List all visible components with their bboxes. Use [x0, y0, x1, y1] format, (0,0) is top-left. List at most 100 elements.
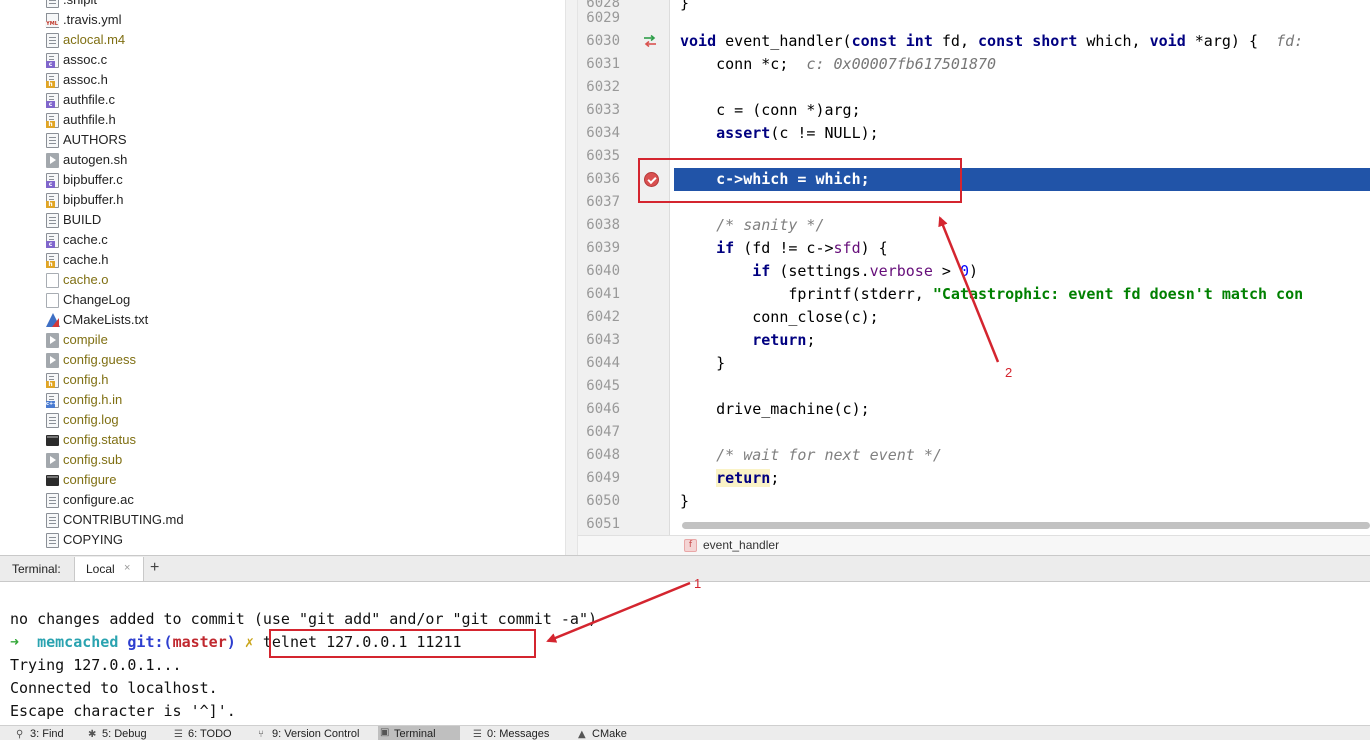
file-name: cache.c [63, 232, 108, 247]
tree-item[interactable]: YML .travis.yml [0, 10, 565, 30]
code-text: if (fd != c->sfd) { [716, 239, 888, 257]
tool-window-bar: ⚲ 3: Find ✱ 5: Debug ☰ 6: TODO ⑂ 9: Version … [0, 725, 1370, 740]
executable-file-icon [46, 435, 59, 446]
horizontal-scrollbar[interactable] [682, 522, 1370, 529]
text-file-icon [46, 213, 59, 228]
code-line[interactable]: 6031 conn *c; c: 0x00007fb617501870 [578, 53, 1370, 76]
tab-label: Local [86, 562, 115, 576]
terminal-line: Trying 127.0.0.1... [10, 656, 182, 674]
tree-item[interactable]: config.log [0, 410, 565, 430]
tool-version-control-button[interactable]: ⑂ 9: Version Control [256, 728, 359, 740]
tool-terminal-button[interactable]: ▣ Terminal [378, 726, 460, 740]
new-terminal-button[interactable]: + [150, 559, 159, 577]
line-number: 6050 [586, 493, 620, 509]
code-text: assert(c != NULL); [716, 124, 879, 142]
tree-item[interactable]: c assoc.c [0, 50, 565, 70]
h-file-icon: h [46, 193, 59, 208]
code-line[interactable]: 6049 return; [578, 467, 1370, 490]
line-number: 6033 [586, 102, 620, 118]
prompt-git: git:( [127, 633, 173, 651]
tree-item[interactable]: BUILD [0, 210, 565, 230]
tree-item[interactable]: COPYING [0, 530, 565, 550]
tool-debug-button[interactable]: ✱ 5: Debug [86, 728, 147, 740]
code-line[interactable]: 6041 fprintf(stderr, "Catastrophic: even… [578, 283, 1370, 306]
tree-item[interactable]: ChangeLog [0, 290, 565, 310]
tree-item[interactable]: c bipbuffer.c [0, 170, 565, 190]
code-line[interactable]: 6040 if (settings.verbose > 0) [578, 260, 1370, 283]
line-number: 6041 [586, 286, 620, 302]
tree-item[interactable]: c++ config.h.in [0, 390, 565, 410]
tree-item[interactable]: config.status [0, 430, 565, 450]
project-tree: .shipit YML.travis.yml aclocal.m4 cassoc… [0, 0, 565, 555]
code-line[interactable]: 6044 } [578, 352, 1370, 375]
executable-file-icon [46, 475, 59, 486]
tab-local[interactable]: Local × [74, 557, 144, 581]
code-line[interactable]: 6032 [578, 76, 1370, 99]
terminal-line: no changes added to commit (use "git add… [10, 610, 597, 628]
code-line[interactable]: 6033 c = (conn *)arg; [578, 99, 1370, 122]
prompt-directory: memcached [37, 633, 119, 651]
debug-icon: ✱ [88, 729, 97, 740]
code-line[interactable]: 6029 [578, 7, 1370, 30]
code-text: conn_close(c); [680, 308, 879, 326]
code-line[interactable]: 6043 return; [578, 329, 1370, 352]
tree-item[interactable]: configure [0, 470, 565, 490]
text-file-icon [46, 33, 59, 48]
tree-item[interactable]: h cache.h [0, 250, 565, 270]
code-text: drive_machine(c); [680, 400, 870, 418]
h-file-icon: h [46, 253, 59, 268]
shell-script-icon [46, 453, 59, 468]
code-line[interactable]: 6045 [578, 375, 1370, 398]
tree-item[interactable]: compile [0, 330, 565, 350]
tree-item[interactable]: aclocal.m4 [0, 30, 565, 50]
todo-icon: ☰ [174, 729, 183, 740]
tree-item[interactable]: configure.ac [0, 490, 565, 510]
code-text: /* sanity */ [716, 216, 825, 234]
tree-item[interactable]: CMakeLists.txt [0, 310, 565, 330]
code-line[interactable]: 6047 [578, 421, 1370, 444]
tree-item[interactable]: cache.o [0, 270, 565, 290]
annotation-box-command [269, 629, 536, 658]
tree-item[interactable]: h bipbuffer.h [0, 190, 565, 210]
tree-item[interactable]: h assoc.h [0, 70, 565, 90]
line-number: 6049 [586, 470, 620, 486]
code-line[interactable]: 6034 assert(c != NULL); [578, 122, 1370, 145]
tool-cmake-button[interactable]: ▲ CMake [576, 728, 627, 740]
c-file-icon: c [46, 53, 59, 68]
shell-script-icon [46, 353, 59, 368]
code-line[interactable]: 6048 /* wait for next event */ [578, 444, 1370, 467]
tool-todo-button[interactable]: ☰ 6: TODO [172, 728, 232, 740]
close-icon[interactable]: × [124, 562, 130, 574]
code-text: if (settings.verbose > 0) [752, 262, 979, 280]
code-line[interactable]: 6039 if (fd != c->sfd) { [578, 237, 1370, 260]
panel-splitter[interactable] [565, 0, 578, 555]
tree-item[interactable]: h config.h [0, 370, 565, 390]
terminal-icon: ▣ [380, 727, 390, 738]
breadcrumb-function[interactable]: event_handler [703, 538, 779, 552]
file-name: .shipit [63, 0, 97, 10]
code-line[interactable]: 6030 void event_handler(const int fd, con… [578, 30, 1370, 53]
tree-item[interactable]: c authfile.c [0, 90, 565, 110]
prompt-branch: master [172, 633, 227, 651]
code-line[interactable]: 6050} [578, 490, 1370, 513]
line-number: 6031 [586, 56, 620, 72]
file-name: BUILD [63, 212, 102, 227]
tool-messages-button[interactable]: ☰ 0: Messages [471, 728, 549, 740]
code-line[interactable]: 6046 drive_machine(c); [578, 398, 1370, 421]
terminal-line: Connected to localhost. [10, 679, 218, 697]
tree-item[interactable]: .shipit [0, 0, 565, 10]
tree-item[interactable]: config.guess [0, 350, 565, 370]
terminal-output[interactable]: no changes added to commit (use "git add… [0, 582, 1370, 725]
tree-item[interactable]: h authfile.h [0, 110, 565, 130]
line-number: 6045 [586, 378, 620, 394]
tree-item[interactable]: AUTHORS [0, 130, 565, 150]
tool-find-button[interactable]: ⚲ 3: Find [14, 728, 64, 740]
tree-item[interactable]: autogen.sh [0, 150, 565, 170]
tree-item[interactable]: CONTRIBUTING.md [0, 510, 565, 530]
code-line[interactable]: 6038 /* sanity */ [578, 214, 1370, 237]
tree-item[interactable]: config.sub [0, 450, 565, 470]
blank-file-icon [46, 293, 59, 308]
code-line[interactable]: 6042 conn_close(c); [578, 306, 1370, 329]
code-editor[interactable]: 6028} 6029 6030 void event_handler(const … [578, 0, 1370, 555]
tree-item[interactable]: c cache.c [0, 230, 565, 250]
